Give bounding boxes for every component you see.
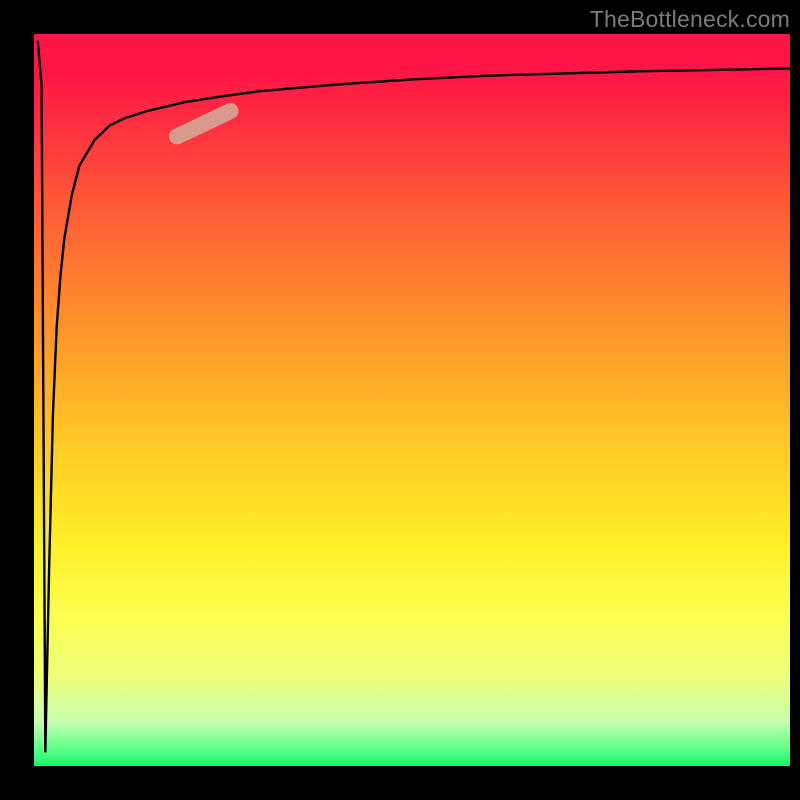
watermark-text: TheBottleneck.com: [590, 6, 790, 33]
highlight-band: [177, 111, 231, 137]
chart-stage: TheBottleneck.com: [0, 0, 800, 800]
curve-layer: [34, 34, 790, 766]
bottleneck-curve: [38, 41, 790, 751]
plot-area: [34, 34, 790, 766]
